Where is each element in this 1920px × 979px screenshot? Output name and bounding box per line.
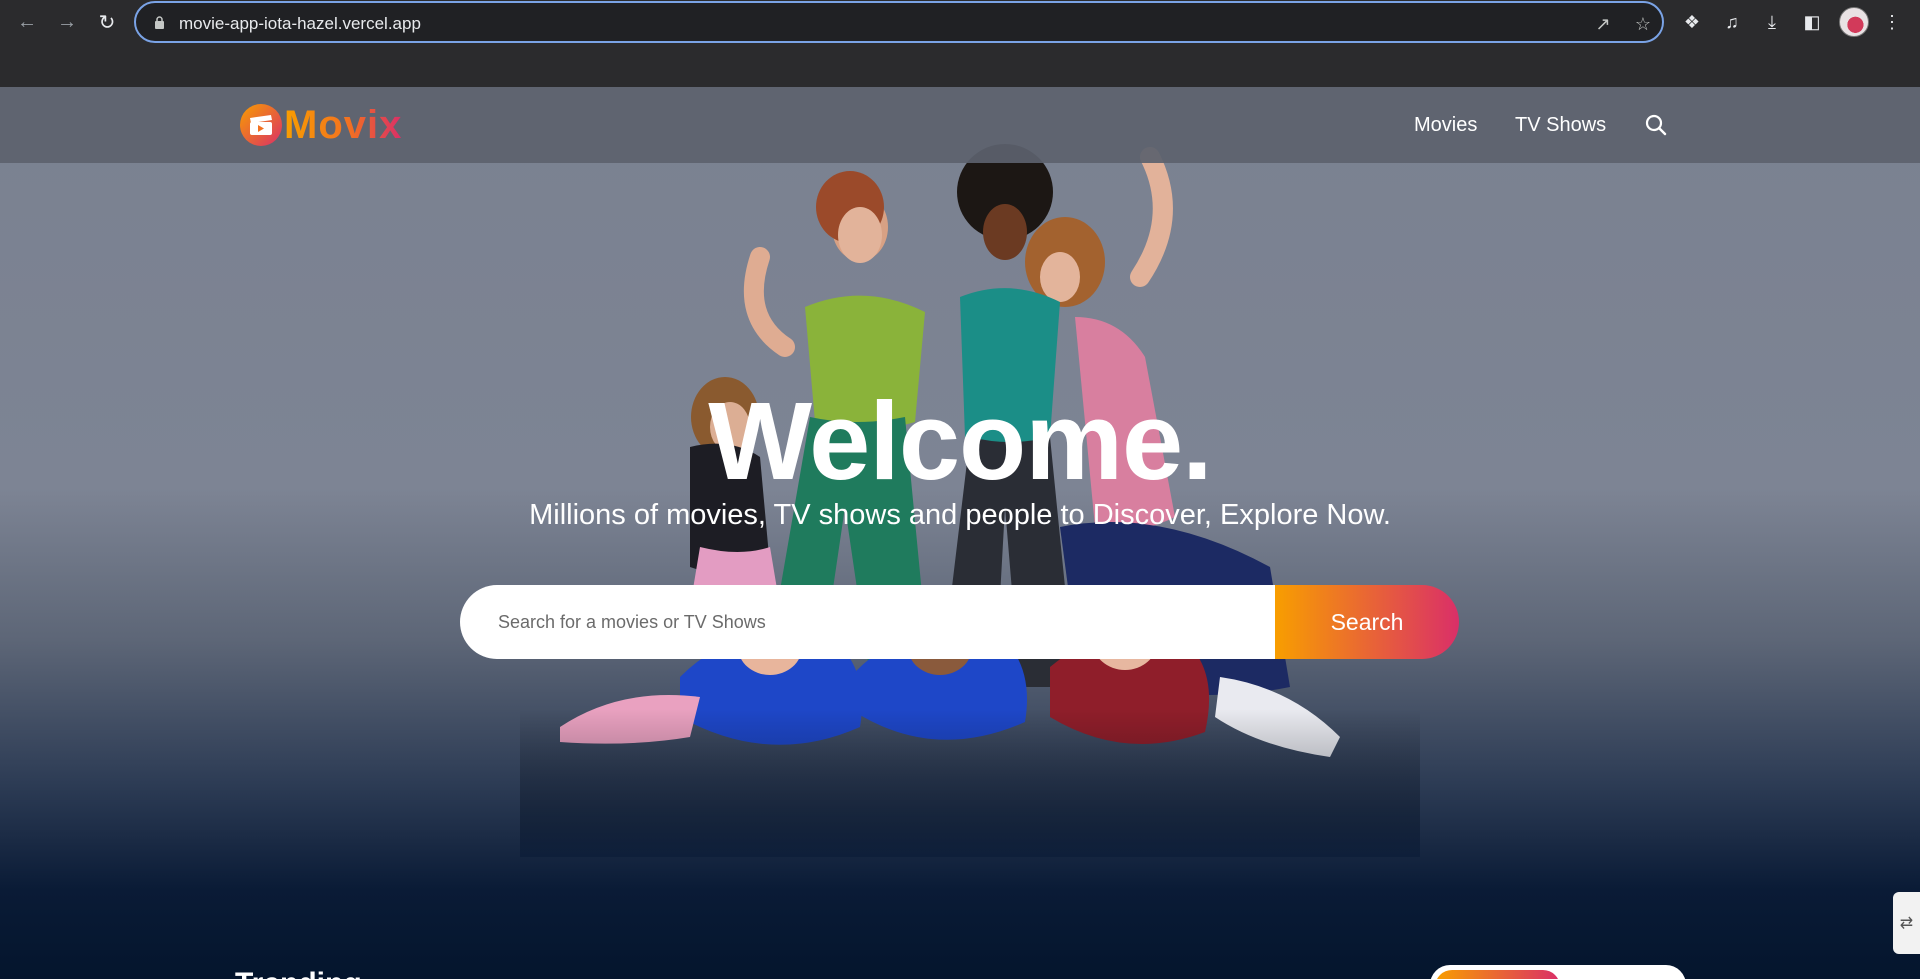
address-bar[interactable]: movie-app-iota-hazel.vercel.app ↗ ☆ <box>134 1 1664 43</box>
reload-icon[interactable]: ↻ <box>93 8 121 36</box>
menu-kebab-icon[interactable]: ⋮ <box>1879 9 1905 35</box>
trending-title: Trending <box>235 967 362 979</box>
logo-text: Movix <box>284 102 403 147</box>
floating-side-widget[interactable]: ⇄ <box>1893 892 1920 954</box>
hero-search-bar: Search <box>460 585 1459 659</box>
site-header: Movix Movies TV Shows <box>0 87 1920 163</box>
lock-icon <box>155 16 164 29</box>
hero-subtitle: Millions of movies, TV shows and people … <box>529 499 1391 531</box>
share-icon[interactable]: ↗ <box>1591 12 1615 36</box>
bookmark-star-icon[interactable]: ☆ <box>1631 12 1655 36</box>
browser-chrome: ← → ↻ movie-app-iota-hazel.vercel.app ↗ … <box>0 0 1920 87</box>
hero-search-input[interactable] <box>460 585 1275 659</box>
tab-week[interactable]: Week <box>1560 970 1681 979</box>
profile-avatar[interactable] <box>1839 7 1869 37</box>
nav-tv-shows[interactable]: TV Shows <box>1515 114 1606 137</box>
nav-movies[interactable]: Movies <box>1414 114 1477 137</box>
hero-title: Welcome. <box>708 380 1213 503</box>
browser-toolbar: ← → ↻ movie-app-iota-hazel.vercel.app ↗ … <box>0 0 1920 44</box>
hero-search-button[interactable]: Search <box>1275 585 1459 659</box>
page: Movix Movies TV Shows Welcome. Millions … <box>0 87 1920 979</box>
search-icon[interactable] <box>1645 114 1667 136</box>
bookmarks-bar <box>0 44 1920 87</box>
clapperboard-icon <box>240 104 282 146</box>
back-icon[interactable]: ← <box>13 8 41 36</box>
trending-switch-tabs: Day Week <box>1430 965 1686 979</box>
tab-day[interactable]: Day <box>1435 970 1560 979</box>
side-panel-icon[interactable]: ◧ <box>1799 9 1825 35</box>
forward-icon[interactable]: → <box>53 8 81 36</box>
extensions-icon[interactable]: ❖ <box>1679 9 1705 35</box>
url-text: movie-app-iota-hazel.vercel.app <box>179 14 421 33</box>
site-logo[interactable]: Movix <box>240 102 402 148</box>
media-queue-icon[interactable]: ♫ <box>1719 9 1745 35</box>
download-icon[interactable]: ⤓ <box>1759 9 1785 35</box>
